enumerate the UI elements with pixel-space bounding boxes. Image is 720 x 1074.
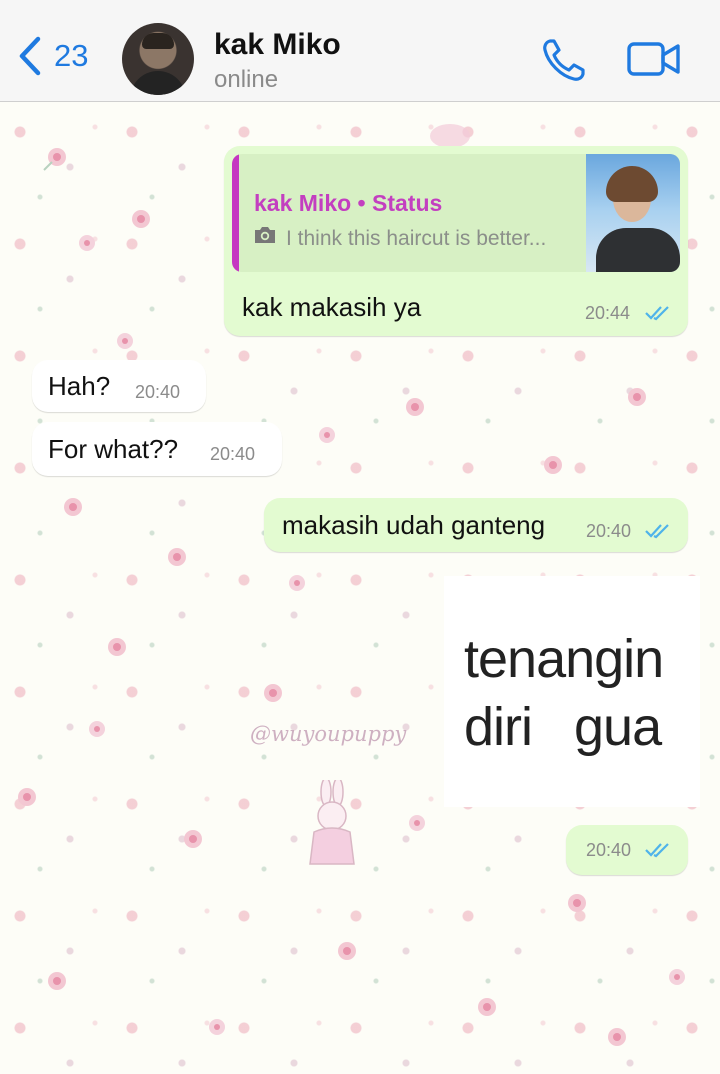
video-camera-icon [627, 42, 680, 76]
quote-title: kak Miko • Status [254, 190, 443, 216]
message-text: kak makasih ya [242, 292, 422, 322]
flower-icon [338, 942, 356, 960]
flower-icon [108, 638, 126, 656]
voice-call-button[interactable] [541, 37, 587, 88]
flower-icon [209, 1019, 225, 1035]
phone-icon [543, 39, 585, 81]
chat-header: 23 kak Miko online [0, 0, 720, 102]
flower-icon [184, 830, 202, 848]
contact-name[interactable]: kak Miko [214, 28, 341, 62]
wallpaper-watermark: @wuyoupuppy [250, 722, 407, 746]
flower-icon [669, 969, 685, 985]
contact-status: online [214, 66, 279, 93]
message-text: makasih udah ganteng [282, 510, 546, 540]
flower-icon [64, 498, 82, 516]
quote-accent-bar [232, 154, 239, 272]
back-button[interactable]: 23 [18, 35, 88, 77]
bunny-icon [309, 780, 355, 865]
sticker-text-line: diri gua [464, 697, 662, 757]
read-ticks-icon [645, 306, 669, 321]
message-text: For what?? [48, 434, 179, 464]
message-time: 20:44 [585, 303, 631, 323]
flower-icon [568, 894, 586, 912]
flower-icon [289, 575, 305, 591]
flower-icon [628, 388, 646, 406]
camera-icon [255, 227, 275, 243]
message-bubble[interactable]: kak Miko • Status I think this haircut i… [224, 146, 688, 336]
flower-icon [117, 333, 133, 349]
flower-icon [132, 210, 150, 228]
sticker-text-line: tenangin [464, 629, 664, 689]
flower-icon [544, 456, 562, 474]
flower-icon [608, 1028, 626, 1046]
status-thumbnail [586, 154, 680, 272]
flower-icon [478, 998, 496, 1016]
sticker-time-bubble: 20:40 [566, 825, 688, 875]
sticker-image[interactable]: tenangin diri gua [444, 576, 700, 807]
bunny-icon [430, 124, 470, 148]
unread-count: 23 [54, 38, 89, 73]
message-time: 20:40 [586, 521, 632, 541]
read-ticks-icon [645, 843, 669, 858]
flower-icon [409, 815, 425, 831]
message-time: 20:40 [135, 382, 181, 402]
avatar[interactable] [122, 23, 194, 95]
flower-icon [406, 398, 424, 416]
message-time: 20:40 [586, 840, 632, 860]
flower-icon [43, 148, 66, 171]
flower-icon [319, 427, 335, 443]
flower-icon [89, 721, 105, 737]
flower-icon [18, 788, 36, 806]
video-call-button[interactable] [627, 40, 681, 83]
flower-icon [48, 972, 66, 990]
message-bubble[interactable]: For what?? 20:40 [32, 422, 282, 476]
flower-icon [79, 235, 95, 251]
flower-icon [264, 684, 282, 702]
message-text: Hah? [48, 371, 111, 401]
flower-icon [168, 548, 186, 566]
quote-caption: I think this haircut is better... [286, 227, 547, 250]
chevron-left-icon [19, 36, 41, 76]
message-bubble[interactable]: Hah? 20:40 [32, 360, 206, 412]
status-reply-quote[interactable]: kak Miko • Status I think this haircut i… [232, 154, 680, 272]
message-time: 20:40 [210, 444, 256, 464]
read-ticks-icon [645, 524, 669, 539]
message-bubble[interactable]: makasih udah ganteng 20:40 [264, 498, 688, 552]
